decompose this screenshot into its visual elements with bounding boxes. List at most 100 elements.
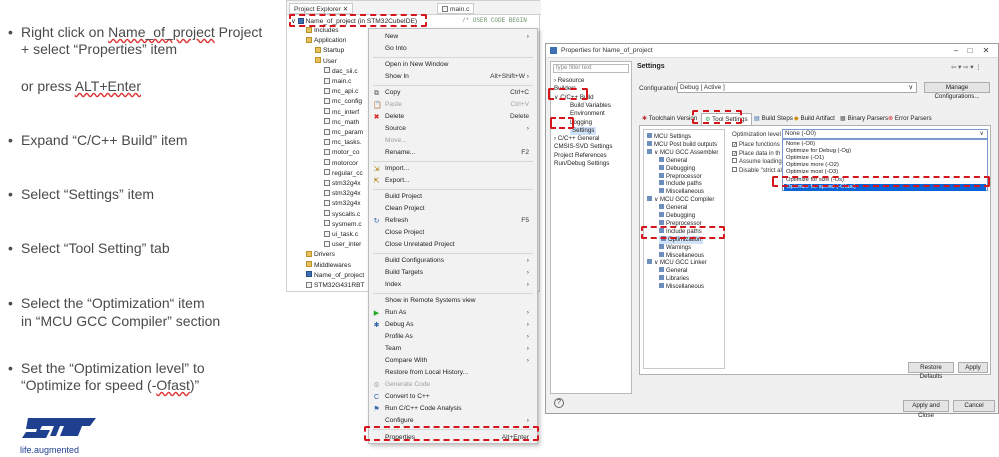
tool-tree-item[interactable]: Debugging — [659, 164, 695, 173]
menu-item-clean-project[interactable]: Clean Project — [369, 203, 537, 215]
tree-item[interactable]: Name_of_project — [306, 271, 364, 280]
nav-item[interactable]: Settings — [570, 126, 597, 135]
menu-item-close-project[interactable]: Close Project — [369, 227, 537, 239]
nav-item[interactable]: › C/C++ General — [554, 135, 599, 143]
menu-item-open-in-new-window[interactable]: Open in New Window — [369, 59, 537, 71]
tree-item[interactable]: user_inter — [324, 240, 361, 249]
option-checkbox-row[interactable]: ✓ Place data in th — [732, 150, 780, 158]
menu-item-new[interactable]: New › — [369, 31, 537, 43]
tree-item[interactable]: Middlewares — [306, 261, 351, 270]
tool-tree-item[interactable]: Include paths — [659, 180, 702, 188]
menu-item-generate-code[interactable]: ⚙ Generate Code — [369, 379, 537, 391]
checkbox[interactable]: ✓ — [732, 150, 737, 156]
tree-item[interactable]: Startup — [315, 46, 344, 55]
menu-item-refresh[interactable]: ↻ Refresh F5 — [369, 215, 537, 227]
tab-main-c[interactable]: main.c — [437, 3, 475, 14]
menu-item-compare-with[interactable]: Compare With › — [369, 355, 537, 367]
nav-item[interactable]: Run/Debug Settings — [554, 160, 609, 168]
close-icon[interactable]: ✕ — [980, 46, 992, 56]
tree-item[interactable]: STM32G431RBT — [306, 281, 365, 290]
filter-input[interactable]: type filter text — [553, 64, 629, 73]
manage-configurations-button[interactable]: Manage Configurations... — [924, 82, 990, 100]
tool-tree-item[interactable]: MCU Post build outputs — [647, 140, 717, 149]
tab-error-parsers[interactable]: ⊗ Error Parsers — [885, 113, 935, 125]
tree-item[interactable]: mc_param — [324, 128, 363, 137]
menu-item-source[interactable]: Source › — [369, 123, 537, 135]
optimization-level-select[interactable]: None (-O0) ∨ — [782, 129, 988, 139]
optimization-option[interactable]: Optimize (-O1) — [784, 155, 986, 162]
tool-tree-item[interactable]: Miscellaneous — [659, 251, 704, 260]
nav-item[interactable]: › Resource — [554, 77, 584, 85]
menu-item-debug-as[interactable]: ✱ Debug As › — [369, 319, 537, 331]
menu-item-show-in-remote-systems-view[interactable]: Show in Remote Systems view — [369, 295, 537, 307]
optimization-option[interactable]: Optimize for Debug (-Og) — [784, 148, 986, 155]
tree-item[interactable]: sysmem.c — [324, 220, 362, 229]
tree-item[interactable]: regular_cc — [324, 169, 363, 178]
tab-project-explorer[interactable]: Project Explorer ✕ — [289, 3, 354, 14]
menu-item-convert-to-c[interactable]: C Convert to C++ — [369, 391, 537, 403]
cancel-button[interactable]: Cancel — [953, 400, 995, 412]
menu-item-copy[interactable]: ⧉ Copy Ctrl+C — [369, 87, 537, 99]
menu-item-run-as[interactable]: ▶ Run As › — [369, 307, 537, 319]
tree-item[interactable]: mc_tasks. — [324, 138, 362, 147]
tree-item[interactable]: stm32g4x — [324, 189, 361, 198]
menu-item-go-into[interactable]: Go Into — [369, 43, 537, 55]
menu-item-build-project[interactable]: Build Project — [369, 191, 537, 203]
tool-tree-item[interactable]: General — [659, 204, 687, 212]
tool-tree-item[interactable]: ∨ MCU GCC Assembler — [647, 148, 718, 157]
menu-item-import[interactable]: ⇲ Import... — [369, 163, 537, 175]
menu-item-export[interactable]: ⇱ Export... — [369, 175, 537, 187]
tool-tree-item[interactable]: Libraries — [659, 275, 689, 283]
tree-item[interactable]: motor_co — [324, 148, 360, 157]
nav-item[interactable]: Environment — [570, 110, 605, 118]
tool-tree-item[interactable]: MCU Settings — [647, 133, 691, 141]
checkbox[interactable] — [732, 158, 737, 163]
apply-button[interactable]: Apply — [958, 362, 988, 373]
tree-item[interactable]: stm32g4x — [324, 179, 361, 188]
optimization-option[interactable]: None (-O0) — [784, 141, 986, 148]
tree-item[interactable]: syscalls.c — [324, 210, 360, 219]
maximize-icon[interactable]: □ — [964, 46, 976, 56]
tree-item[interactable]: mc_api.c — [324, 87, 358, 96]
tree-item[interactable]: dac_sii.c — [324, 67, 358, 76]
menu-item-build-configurations[interactable]: Build Configurations › — [369, 255, 537, 267]
tree-item[interactable]: main.c — [324, 77, 351, 86]
help-icon[interactable]: ? — [554, 398, 564, 408]
tree-item[interactable]: Drivers — [306, 250, 335, 259]
tool-tree-item[interactable]: Warnings — [659, 243, 691, 252]
checkbox[interactable] — [732, 166, 737, 172]
menu-item-move[interactable]: Move... — [369, 135, 537, 147]
tool-tree-item[interactable]: Preprocessor — [659, 172, 702, 181]
tree-item[interactable]: mc_math — [324, 118, 359, 127]
menu-item-delete[interactable]: ✖ Delete Delete — [369, 111, 537, 123]
tool-tree-item[interactable]: General — [659, 156, 687, 165]
optimization-option[interactable]: Optimize more (-O2) — [784, 162, 986, 169]
tool-tree-item[interactable]: Miscellaneous — [659, 283, 704, 291]
tab-binary-parsers[interactable]: ▦ Binary Parsers — [837, 113, 891, 125]
tree-item[interactable]: stm32g4x — [324, 199, 361, 208]
menu-item-run-c-c-code-analysis[interactable]: ⚑ Run C/C++ Code Analysis — [369, 403, 537, 415]
menu-item-build-targets[interactable]: Build Targets › — [369, 267, 537, 279]
apply-and-close-button[interactable]: Apply and Close — [903, 400, 949, 419]
menu-item-index[interactable]: Index › — [369, 279, 537, 291]
nav-item[interactable]: Project References — [554, 152, 607, 160]
tree-item[interactable]: Includes — [306, 26, 339, 35]
tree-item[interactable]: motorcor — [324, 159, 358, 168]
tree-item[interactable]: ui_task.c — [324, 230, 358, 239]
checkbox[interactable]: ✓ — [732, 142, 737, 148]
minimize-icon[interactable]: – — [950, 46, 962, 56]
menu-item-team[interactable]: Team › — [369, 343, 537, 355]
tool-tree-item[interactable]: ∨ MCU GCC Linker — [647, 259, 707, 267]
nav-item[interactable]: CMSIS-SVD Settings — [554, 143, 612, 151]
menu-item-profile-as[interactable]: Profile As › — [369, 331, 537, 343]
option-checkbox-row[interactable]: Assume loading — [732, 158, 782, 166]
restore-defaults-button[interactable]: Restore Defaults — [908, 362, 954, 380]
tool-tree-item[interactable]: General — [659, 267, 687, 275]
menu-item-close-unrelated-project[interactable]: Close Unrelated Project — [369, 239, 537, 251]
menu-item-show-in[interactable]: Show In Alt+Shift+W › — [369, 71, 537, 83]
tree-item[interactable]: User — [315, 57, 337, 66]
configuration-select[interactable]: Debug [ Active ] ∨ — [677, 82, 917, 93]
tree-item[interactable]: Application — [306, 36, 346, 45]
tool-tree-item[interactable]: Debugging — [659, 212, 695, 220]
tab-build-steps[interactable]: ▤ Build Steps — [751, 113, 796, 125]
